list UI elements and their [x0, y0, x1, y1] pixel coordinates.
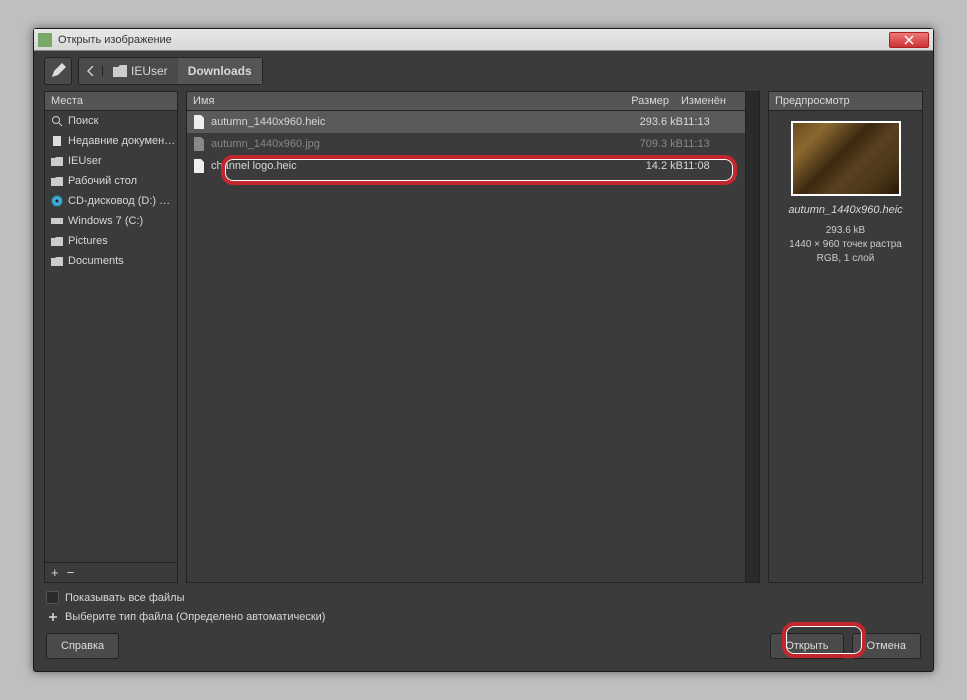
- places-item-search[interactable]: Поиск: [45, 111, 177, 131]
- file-modified: 11:13: [683, 138, 753, 150]
- file-name: autumn_1440x960.heic: [211, 116, 325, 128]
- file-size: 14.2 kB: [613, 160, 683, 172]
- expander-icon[interactable]: [46, 610, 59, 623]
- file-modified: 11:13: [683, 116, 753, 128]
- open-button[interactable]: Открыть: [770, 633, 843, 659]
- file-list: Имя Размер Изменён autumn_1440x960.heic …: [186, 91, 760, 583]
- file-name: autumn_1440x960.jpg: [211, 138, 320, 150]
- file-rows: autumn_1440x960.heic 293.6 kB 11:13 autu…: [187, 111, 759, 582]
- preview-dimensions: 1440 × 960 точек растра: [789, 238, 902, 252]
- places-label: Documents: [68, 255, 124, 267]
- bottom-panel: Показывать все файлы Выберите тип файла …: [34, 583, 933, 671]
- file-list-header: Имя Размер Изменён: [187, 92, 759, 111]
- places-footer: + −: [44, 563, 178, 583]
- button-row: Справка Открыть Отмена: [46, 633, 921, 659]
- places-item-recent[interactable]: Недавние докумен…: [45, 131, 177, 151]
- places-label: Поиск: [68, 115, 98, 127]
- places-label: Недавние докумен…: [68, 135, 175, 147]
- column-name[interactable]: Имя: [187, 92, 605, 110]
- filetype-label: Выберите тип файла (Определено автоматич…: [65, 611, 325, 623]
- file-open-dialog: Открыть изображение IEUser Downloads Мес…: [33, 28, 934, 672]
- breadcrumb-ieuser[interactable]: IEUser: [103, 58, 178, 84]
- cancel-button[interactable]: Отмена: [852, 633, 921, 659]
- file-icon: [193, 159, 205, 173]
- places-item-desktop[interactable]: Рабочий стол: [45, 171, 177, 191]
- file-row[interactable]: autumn_1440x960.heic 293.6 kB 11:13: [187, 111, 759, 133]
- breadcrumb-label: Downloads: [188, 64, 252, 78]
- show-all-checkbox[interactable]: [46, 591, 59, 604]
- preview-body: autumn_1440x960.heic 293.6 kB 1440 × 960…: [768, 111, 923, 583]
- file-icon: [193, 115, 205, 129]
- chevron-left-icon: [87, 66, 95, 76]
- folder-icon: [51, 155, 63, 167]
- window-title: Открыть изображение: [58, 34, 889, 46]
- breadcrumb-downloads[interactable]: Downloads: [178, 58, 262, 84]
- file-row[interactable]: channel logo.heic 14.2 kB 11:08: [187, 155, 759, 177]
- toolbar: IEUser Downloads: [34, 51, 933, 91]
- places-item-cd[interactable]: CD-дисковод (D:) …: [45, 191, 177, 211]
- places-item-ieuser[interactable]: IEUser: [45, 151, 177, 171]
- main-area: Места Поиск Недавние докумен… IEUser Раб…: [34, 91, 933, 583]
- breadcrumb-back[interactable]: [79, 66, 103, 76]
- column-modified[interactable]: Изменён: [675, 92, 745, 110]
- search-icon: [51, 115, 63, 127]
- breadcrumb-label: IEUser: [131, 64, 168, 78]
- folder-icon: [51, 255, 63, 267]
- folder-icon: [51, 175, 63, 187]
- show-all-label: Показывать все файлы: [65, 592, 184, 604]
- places-label: Windows 7 (C:): [68, 215, 143, 227]
- drive-icon: [51, 215, 63, 227]
- column-size[interactable]: Размер: [605, 92, 675, 110]
- breadcrumb: IEUser Downloads: [78, 57, 263, 85]
- places-label: IEUser: [68, 155, 102, 167]
- titlebar: Открыть изображение: [34, 29, 933, 51]
- help-button[interactable]: Справка: [46, 633, 119, 659]
- preview-header: Предпросмотр: [768, 91, 923, 111]
- preview-thumbnail: [791, 121, 901, 196]
- places-item-c-drive[interactable]: Windows 7 (C:): [45, 211, 177, 231]
- close-icon: [904, 35, 914, 45]
- places-header: Места: [44, 91, 178, 111]
- file-size: 293.6 kB: [613, 116, 683, 128]
- places-item-pictures[interactable]: Pictures: [45, 231, 177, 251]
- close-button[interactable]: [889, 32, 929, 48]
- places-list: Поиск Недавние докумен… IEUser Рабочий с…: [44, 111, 178, 563]
- filetype-expander-row[interactable]: Выберите тип файла (Определено автоматич…: [46, 610, 921, 623]
- file-size: 709.3 kB: [613, 138, 683, 150]
- file-icon: [193, 137, 205, 151]
- document-icon: [51, 135, 63, 147]
- app-icon: [38, 33, 52, 47]
- preview-mode: RGB, 1 слой: [789, 252, 902, 266]
- preview-size: 293.6 kB: [789, 224, 902, 238]
- places-panel: Места Поиск Недавние докумен… IEUser Раб…: [44, 91, 178, 583]
- folder-icon: [51, 235, 63, 247]
- disc-icon: [51, 195, 63, 207]
- file-row[interactable]: autumn_1440x960.jpg 709.3 kB 11:13: [187, 133, 759, 155]
- show-all-files-row[interactable]: Показывать все файлы: [46, 591, 921, 604]
- pencil-icon: [50, 63, 66, 79]
- preview-panel: Предпросмотр autumn_1440x960.heic 293.6 …: [768, 91, 923, 583]
- preview-filename: autumn_1440x960.heic: [788, 204, 902, 216]
- places-label: CD-дисковод (D:) …: [68, 195, 170, 207]
- edit-path-button[interactable]: [44, 57, 72, 85]
- preview-info: 293.6 kB 1440 × 960 точек растра RGB, 1 …: [789, 224, 902, 266]
- places-add-button[interactable]: +: [51, 565, 59, 580]
- file-modified: 11:08: [683, 160, 753, 172]
- folder-icon: [113, 65, 127, 77]
- places-remove-button[interactable]: −: [67, 565, 75, 580]
- plus-icon: [48, 612, 58, 622]
- file-name: channel logo.heic: [211, 160, 297, 172]
- places-label: Pictures: [68, 235, 108, 247]
- scrollbar-vertical[interactable]: [745, 92, 759, 582]
- places-label: Рабочий стол: [68, 175, 137, 187]
- places-item-documents[interactable]: Documents: [45, 251, 177, 271]
